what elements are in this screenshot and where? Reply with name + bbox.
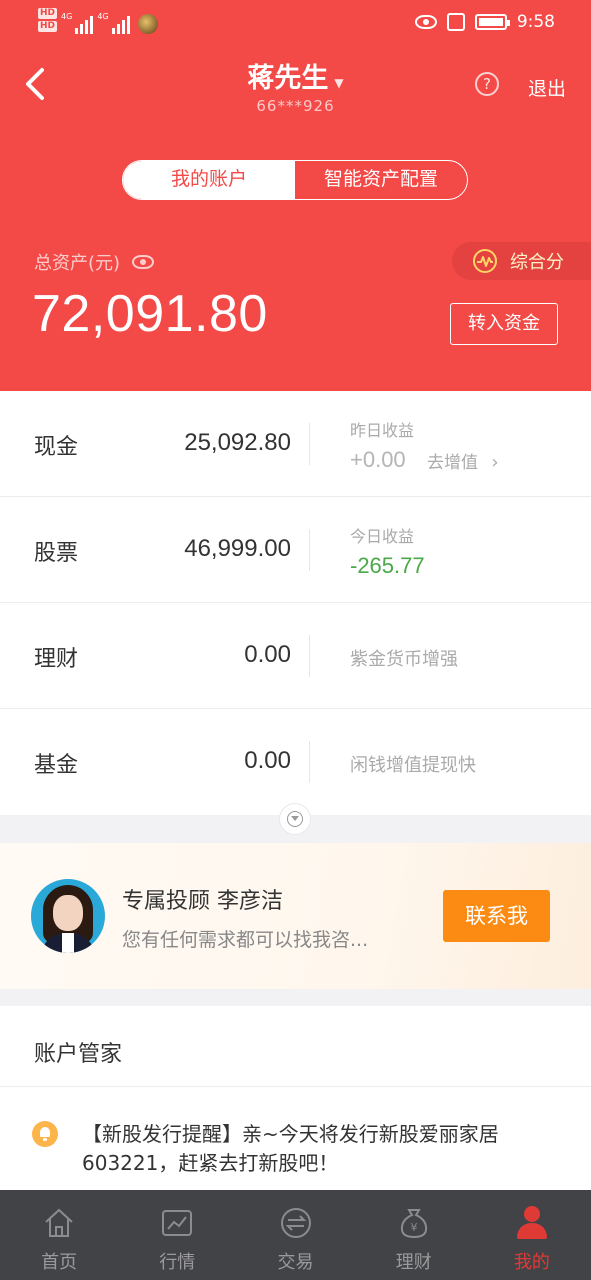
asset-value: 0.00 — [244, 641, 291, 668]
expand-toggle-button[interactable] — [279, 803, 311, 835]
contact-advisor-button[interactable]: 联系我 — [443, 890, 550, 942]
score-pulse-icon — [473, 249, 497, 273]
tab-label: 我的 — [513, 1252, 550, 1273]
nav-bar: 蒋先生 ▼ 66***926 ? 退出 — [0, 50, 591, 130]
tab-label: 行情 — [159, 1252, 196, 1273]
advisor-card: 专属投顾 李彦洁 您有任何需求都可以找我咨... 联系我 — [0, 843, 591, 989]
go-boost-label[interactable]: 去增值 — [427, 453, 478, 473]
asset-description: 紫金货币增强 — [350, 649, 458, 670]
chevron-down-icon — [287, 811, 303, 827]
asset-name: 现金 — [34, 435, 79, 460]
asset-name: 股票 — [34, 541, 79, 566]
asset-row-funds[interactable]: 基金 0.00 闲钱增值提现快 — [0, 709, 591, 815]
tab-label: 交易 — [277, 1252, 314, 1273]
account-number: 66***926 — [256, 97, 335, 115]
money-bag-icon: ¥ — [397, 1206, 431, 1240]
divider — [309, 635, 310, 677]
clock: 9:58 — [516, 12, 555, 32]
account-manager-section: 账户管家 【新股发行提醒】亲~今天将发行新股爱丽家居603221，赶紧去打新股吧… — [0, 1006, 591, 1190]
advisor-title: 专属投顾 李彦洁 — [122, 889, 283, 914]
tab-my-account[interactable]: 我的账户 — [123, 161, 295, 199]
asset-row-wealth[interactable]: 理财 0.00 紫金货币增强 — [0, 603, 591, 709]
account-header: HD HD 4G 4G 9:58 蒋先生 ▼ 66***926 ? 退出 我的账… — [0, 0, 591, 391]
eye-comfort-icon — [414, 15, 437, 29]
bottom-tab-bar: 首页 行情 交易 ¥ 理财 我的 — [0, 1190, 591, 1280]
asset-list: 现金 25,092.80 昨日收益 +0.00 去增值 › 股票 46,999.… — [0, 391, 591, 815]
logout-button[interactable]: 退出 — [528, 74, 566, 101]
asset-name: 基金 — [34, 753, 79, 778]
bell-icon — [32, 1121, 58, 1147]
home-icon — [42, 1206, 76, 1240]
battery-icon — [474, 14, 510, 30]
tab-wealth[interactable]: ¥ 理财 — [355, 1190, 473, 1280]
chevron-right-icon: › — [491, 452, 499, 473]
asset-description: 闲钱增值提现快 — [350, 755, 476, 776]
earnings-label: 今日收益 — [350, 527, 415, 546]
help-icon[interactable]: ? — [475, 72, 499, 96]
asset-earnings: 昨日收益 +0.00 — [350, 417, 414, 473]
go-boost-link[interactable]: 去增值 › — [427, 448, 499, 473]
total-assets-caption: 总资产(元) — [34, 253, 121, 274]
status-right: 9:58 — [414, 12, 555, 32]
asset-earnings: 今日收益 -265.77 — [350, 523, 425, 579]
transfer-in-button[interactable]: 转入资金 — [450, 303, 558, 345]
asset-value: 25,092.80 — [184, 429, 291, 456]
exchange-icon — [279, 1206, 313, 1240]
divider — [309, 529, 310, 571]
status-left: HD HD 4G 4G — [38, 8, 158, 34]
asset-value: 0.00 — [244, 747, 291, 774]
total-assets-label: 总资产(元) — [34, 249, 155, 275]
asset-value: 46,999.00 — [184, 535, 291, 562]
tab-mine[interactable]: 我的 — [473, 1190, 591, 1280]
composite-score-button[interactable]: 综合分 — [452, 242, 591, 280]
account-name[interactable]: 蒋先生 — [247, 56, 328, 95]
divider — [309, 423, 310, 465]
hd-icon: HD — [38, 8, 58, 19]
status-bar: HD HD 4G 4G 9:58 — [0, 0, 591, 50]
earnings-label: 昨日收益 — [350, 421, 415, 440]
ipo-reminder-notice[interactable]: 【新股发行提醒】亲~今天将发行新股爱丽家居603221，赶紧去打新股吧！ — [82, 1120, 562, 1178]
signal-icon: 4G — [97, 12, 130, 34]
earnings-value: +0.00 — [350, 447, 406, 472]
advisor-avatar — [31, 879, 105, 953]
tab-label: 理财 — [395, 1252, 432, 1273]
chart-icon — [160, 1206, 194, 1240]
divider — [309, 741, 310, 783]
advisor-description: 您有任何需求都可以找我咨... — [122, 929, 369, 951]
score-label[interactable]: 综合分 — [510, 248, 564, 274]
vibrate-icon — [446, 13, 465, 31]
asset-name: 理财 — [34, 647, 79, 672]
account-view-toggle: 我的账户 智能资产配置 — [122, 160, 468, 200]
svg-text:¥: ¥ — [410, 1221, 417, 1234]
hd-icon: HD — [38, 21, 58, 32]
section-title: 账户管家 — [34, 1042, 123, 1067]
divider — [0, 1086, 591, 1087]
tab-trade[interactable]: 交易 — [236, 1190, 354, 1280]
tab-label: 首页 — [41, 1252, 78, 1273]
earnings-value: -265.77 — [350, 553, 425, 578]
tab-home[interactable]: 首页 — [0, 1190, 118, 1280]
signal-icon: 4G — [61, 12, 94, 34]
tab-smart-allocation[interactable]: 智能资产配置 — [295, 161, 467, 199]
visibility-toggle-icon[interactable] — [132, 255, 155, 269]
asset-row-stocks[interactable]: 股票 46,999.00 今日收益 -265.77 — [0, 497, 591, 603]
hd-indicators: HD HD — [38, 8, 58, 32]
account-switcher[interactable]: 蒋先生 ▼ 66***926 — [0, 56, 591, 115]
total-assets-value: 72,091.80 — [32, 285, 268, 343]
asset-row-cash[interactable]: 现金 25,092.80 昨日收益 +0.00 去增值 › — [0, 391, 591, 497]
user-icon — [515, 1206, 549, 1240]
caret-down-icon[interactable]: ▼ — [334, 76, 343, 90]
notification-avatar-icon — [137, 14, 158, 34]
tab-market[interactable]: 行情 — [118, 1190, 236, 1280]
